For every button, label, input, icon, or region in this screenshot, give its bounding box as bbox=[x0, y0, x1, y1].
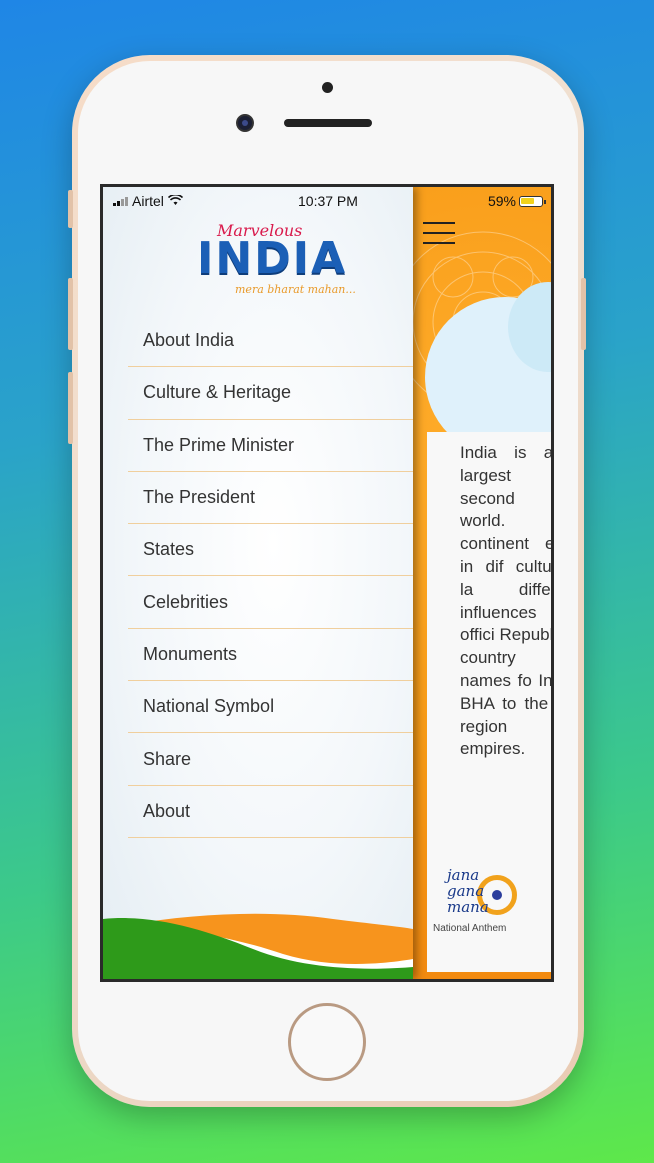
menu-item-states[interactable]: States bbox=[128, 524, 413, 577]
content-panel: India is a g largest co second m world. … bbox=[413, 187, 554, 979]
about-india-text: India is a g largest co second m world. … bbox=[460, 443, 554, 759]
app-screen: India is a g largest co second m world. … bbox=[100, 184, 554, 982]
front-camera bbox=[236, 114, 254, 132]
menu-item-about[interactable]: About bbox=[128, 786, 413, 838]
menu-item-president[interactable]: The President bbox=[128, 472, 413, 525]
logo-main-text: INDIA bbox=[197, 233, 348, 284]
tricolor-hills bbox=[103, 913, 413, 979]
mute-switch bbox=[68, 190, 73, 228]
volume-up-button bbox=[68, 278, 73, 350]
volume-down-button bbox=[68, 372, 73, 444]
menu-item-share[interactable]: Share bbox=[128, 733, 413, 786]
menu-item-celebrities[interactable]: Celebrities bbox=[128, 576, 413, 629]
carrier-name: Airtel bbox=[132, 193, 164, 209]
national-anthem-button[interactable]: jana gana mana National Anthem bbox=[433, 867, 533, 939]
anthem-caption: National Anthem bbox=[433, 923, 507, 934]
menu-item-national-symbol[interactable]: National Symbol bbox=[128, 681, 413, 734]
drawer-menu: About India Culture & Heritage The Prime… bbox=[128, 315, 413, 838]
menu-item-prime-minister[interactable]: The Prime Minister bbox=[128, 420, 413, 472]
status-time: 10:37 PM bbox=[298, 193, 358, 209]
anthem-logo-text: jana gana mana bbox=[447, 866, 489, 916]
earpiece-speaker bbox=[284, 119, 372, 127]
wifi-icon bbox=[167, 193, 183, 209]
battery-percent: 59% bbox=[487, 193, 516, 209]
hamburger-menu-icon[interactable] bbox=[423, 220, 457, 248]
status-bar: Airtel 10:37 PM 59% bbox=[103, 187, 551, 215]
side-drawer: Marvelous INDIA mera bharat mahan... Abo… bbox=[103, 187, 413, 979]
menu-item-monuments[interactable]: Monuments bbox=[128, 629, 413, 682]
status-left: Airtel bbox=[113, 193, 183, 209]
marvelous-india-logo: Marvelous INDIA mera bharat mahan... bbox=[191, 219, 401, 299]
status-right: 59% bbox=[487, 193, 546, 209]
home-button[interactable] bbox=[288, 1003, 366, 1081]
menu-item-about-india[interactable]: About India bbox=[128, 315, 413, 368]
proximity-sensor bbox=[322, 82, 333, 93]
signal-strength-icon bbox=[113, 196, 128, 206]
power-button bbox=[581, 278, 586, 350]
battery-icon bbox=[519, 195, 546, 207]
logo-tagline: mera bharat mahan... bbox=[235, 283, 356, 296]
menu-item-culture-heritage[interactable]: Culture & Heritage bbox=[128, 367, 413, 420]
